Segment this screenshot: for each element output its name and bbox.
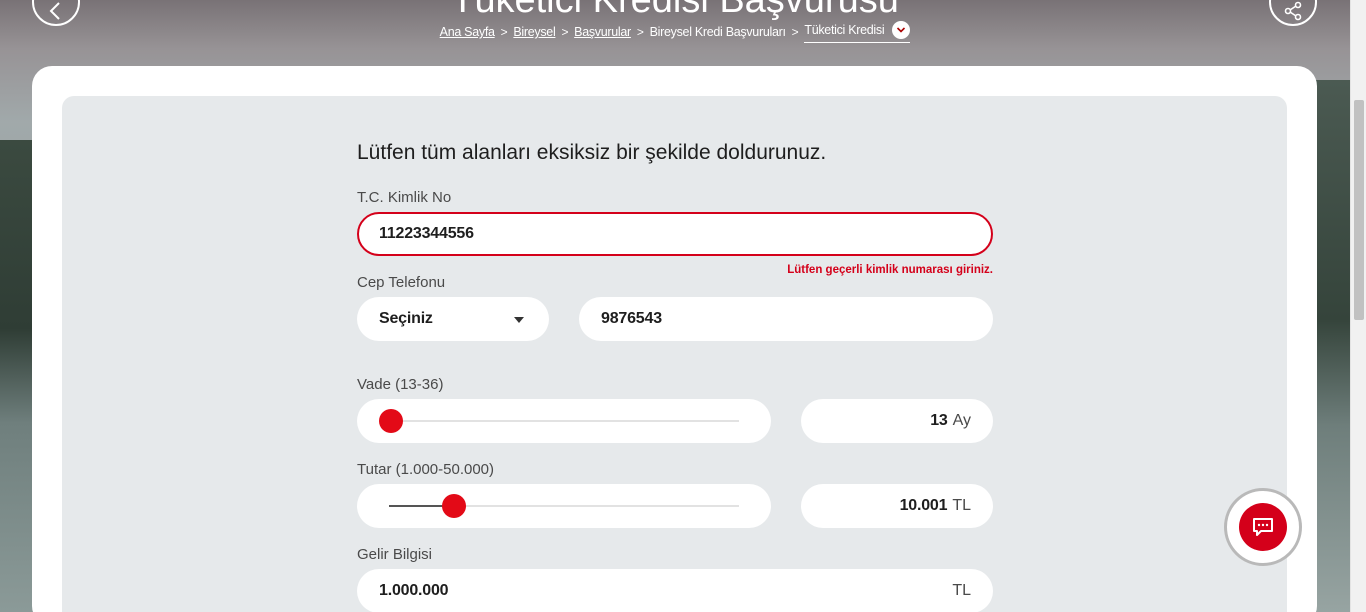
- income-value: 1.000.000: [379, 582, 449, 599]
- amount-unit: TL: [952, 497, 971, 514]
- amount-value: 10.001: [899, 497, 948, 514]
- phone-label: Cep Telefonu: [357, 274, 446, 291]
- chevron-down-icon[interactable]: [892, 21, 911, 39]
- phone-prefix-value: Seçiniz: [379, 310, 433, 327]
- chevron-left-icon: [49, 2, 60, 20]
- breadcrumb: Ana Sayfa > Bireysel > Başvurular > Bire…: [0, 21, 1350, 43]
- amount-slider-handle[interactable]: [442, 494, 466, 518]
- phone-prefix-select[interactable]: Seçiniz: [357, 297, 549, 341]
- chat-button[interactable]: [1224, 488, 1302, 566]
- breadcrumb-current[interactable]: Tüketici Kredisi: [804, 21, 911, 43]
- amount-label: Tutar (1.000-50.000): [357, 461, 495, 478]
- breadcrumb-link-basvurular[interactable]: Başvurular: [574, 25, 631, 39]
- tc-label: T.C. Kimlik No: [357, 189, 452, 206]
- phone-number-input[interactable]: 9876543: [579, 297, 993, 341]
- breadcrumb-separator-icon: >: [500, 25, 508, 39]
- page-scrollbar[interactable]: [1350, 0, 1366, 612]
- amount-value-input[interactable]: 10.001 TL: [801, 484, 993, 528]
- term-label: Vade (13-36): [357, 376, 444, 393]
- breadcrumb-separator-icon: >: [791, 25, 799, 39]
- term-slider-handle[interactable]: [379, 409, 403, 433]
- breadcrumb-link-bireysel[interactable]: Bireysel: [513, 25, 555, 39]
- chat-button-inner: [1239, 503, 1287, 551]
- scrollbar-thumb[interactable]: [1354, 100, 1364, 320]
- breadcrumb-separator-icon: >: [636, 25, 644, 39]
- breadcrumb-separator-icon: >: [561, 25, 569, 39]
- amount-slider[interactable]: [357, 484, 771, 528]
- income-input[interactable]: 1.000.000 TL: [357, 569, 993, 612]
- income-label: Gelir Bilgisi: [357, 546, 433, 563]
- tc-input[interactable]: 11223344556: [357, 212, 993, 256]
- phone-number-value: 9876543: [601, 310, 662, 327]
- page-title: Tüketici Kredisi Başvurusu: [451, 0, 899, 21]
- caret-down-icon: [514, 317, 524, 323]
- term-slider-track: [389, 420, 739, 422]
- chat-icon: [1253, 518, 1273, 536]
- form-intro-text: Lütfen tüm alanları eksiksiz bir şekilde…: [357, 141, 827, 164]
- tc-input-value: 11223344556: [379, 225, 474, 242]
- income-unit: TL: [952, 582, 971, 599]
- form-panel: [62, 96, 1287, 612]
- breadcrumb-link-home[interactable]: Ana Sayfa: [440, 25, 495, 39]
- term-slider[interactable]: [357, 399, 771, 443]
- term-unit: Ay: [952, 412, 971, 429]
- term-value-input[interactable]: 13 Ay: [801, 399, 993, 443]
- share-icon: [1284, 1, 1302, 21]
- breadcrumb-current-label: Tüketici Kredisi: [804, 23, 885, 37]
- breadcrumb-item-kredi-basvurulari: Bireysel Kredi Başvuruları: [649, 25, 786, 39]
- term-value: 13: [930, 412, 948, 429]
- tc-error-message: Lütfen geçerli kimlik numarası giriniz.: [787, 264, 993, 276]
